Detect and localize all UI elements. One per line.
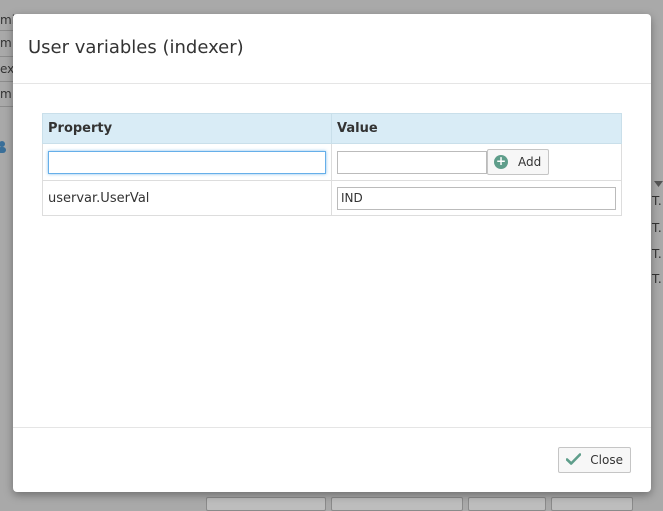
user-variables-table: Property Value + Add uservar.UserVal — [42, 113, 622, 216]
background-divider — [0, 81, 13, 82]
background-user-icon — [0, 138, 6, 153]
background-chevron-icon — [654, 172, 663, 191]
background-cell-fragment: T... — [652, 221, 663, 235]
background-cell-fragment: T... — [652, 247, 663, 261]
close-button[interactable]: Close — [558, 447, 631, 473]
property-cell: uservar.UserVal — [42, 180, 332, 216]
background-divider — [0, 30, 13, 31]
checkmark-icon — [565, 452, 582, 468]
plus-circle-icon: + — [494, 154, 508, 169]
background-button — [331, 497, 463, 511]
value-cell — [331, 180, 622, 216]
dialog-footer: Close — [13, 427, 651, 493]
property-column-header: Property — [42, 113, 332, 144]
add-button[interactable]: + Add — [487, 149, 550, 175]
new-property-input[interactable] — [48, 150, 326, 174]
background-cell-fragment: T... — [652, 272, 663, 286]
background-divider — [0, 56, 13, 57]
background-button — [468, 497, 546, 511]
new-property-cell — [42, 143, 332, 181]
background-cell-fragment: T... — [652, 194, 663, 208]
value-column-header: Value — [331, 113, 622, 144]
background-button — [206, 497, 326, 511]
dialog-header: User variables (indexer) — [13, 14, 651, 84]
close-button-label: Close — [590, 453, 623, 467]
value-input[interactable] — [337, 186, 616, 210]
new-value-cell: + Add — [331, 143, 622, 181]
table-row: uservar.UserVal — [42, 180, 622, 216]
table-header-row: Property Value — [42, 113, 622, 144]
new-value-input[interactable] — [337, 150, 487, 174]
background-row-fragment: m — [0, 36, 12, 50]
dialog-title: User variables (indexer) — [28, 37, 244, 58]
background-divider — [0, 106, 13, 107]
background-row-fragment: m — [0, 87, 12, 101]
new-variable-row: + Add — [42, 143, 622, 181]
add-button-label: Add — [518, 155, 542, 169]
background-button — [551, 497, 633, 511]
user-variables-dialog: User variables (indexer) Property Value … — [13, 14, 651, 492]
